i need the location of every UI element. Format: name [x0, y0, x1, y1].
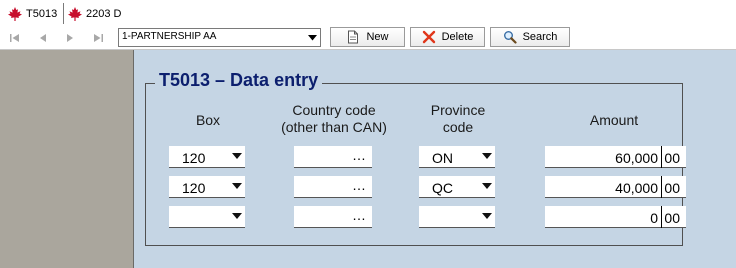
chevron-down-icon[interactable]: [482, 213, 492, 219]
decimal-divider: [661, 176, 662, 198]
previous-icon: [40, 34, 46, 42]
amount-value: 0: [650, 210, 658, 226]
new-document-icon: [348, 30, 359, 44]
left-panel: [0, 50, 134, 268]
chevron-down-icon[interactable]: [232, 183, 242, 189]
box-header: Box: [195, 112, 221, 128]
tab-t5013[interactable]: T5013: [7, 4, 57, 24]
chevron-down-icon[interactable]: [482, 153, 492, 159]
box-value: 120: [182, 150, 206, 166]
amount-cents: 00: [664, 180, 680, 196]
country-code-header: Country code (other than CAN): [264, 102, 404, 136]
form-area: T5013 – Data entry Box Country code (oth…: [134, 50, 736, 268]
delete-button-label: Delete: [441, 31, 474, 43]
partnership-selector-value: 1-PARTNERSHIP AA: [122, 31, 217, 42]
delete-button[interactable]: Delete: [410, 27, 485, 47]
decimal-divider: [661, 146, 662, 168]
new-button[interactable]: New: [330, 27, 405, 47]
amount-value: 60,000: [615, 150, 658, 166]
chevron-down-icon[interactable]: [232, 213, 242, 219]
province-select[interactable]: ON: [419, 146, 495, 168]
amount-value: 40,000: [615, 180, 658, 196]
ellipsis-button[interactable]: …: [352, 207, 366, 223]
box-select[interactable]: [169, 206, 245, 228]
form-title: T5013 – Data entry: [155, 70, 323, 91]
next-icon: [67, 34, 73, 42]
delete-x-icon: [422, 30, 435, 44]
amount-field[interactable]: 40,000 00: [545, 176, 686, 198]
country-code-header-line1: Country code: [292, 102, 376, 118]
previous-record-button[interactable]: [34, 29, 52, 47]
tab-strip: T5013 2203 D: [0, 0, 736, 28]
new-button-label: New: [366, 31, 389, 43]
ellipsis-button[interactable]: …: [352, 147, 366, 163]
amount-field[interactable]: 60,000 00: [545, 146, 686, 168]
country-code-field[interactable]: …: [294, 206, 372, 228]
province-select[interactable]: QC: [419, 176, 495, 198]
first-record-button[interactable]: [6, 29, 24, 47]
chevron-down-icon[interactable]: [305, 29, 320, 46]
tab-label: 2203 D: [86, 8, 122, 20]
maple-leaf-icon: [68, 7, 82, 21]
amount-cents: 00: [664, 150, 680, 166]
province-code-header-line1: Province: [430, 102, 486, 118]
ellipsis-button[interactable]: …: [352, 177, 366, 193]
province-select[interactable]: [419, 206, 495, 228]
search-button-label: Search: [522, 31, 558, 43]
amount-field[interactable]: 0 00: [545, 206, 686, 228]
tab-2203d[interactable]: 2203 D: [67, 4, 121, 24]
last-record-button[interactable]: [89, 29, 107, 47]
country-code-field[interactable]: …: [294, 176, 372, 198]
search-icon: [503, 31, 517, 44]
next-record-button[interactable]: [61, 29, 79, 47]
box-value: 120: [182, 180, 206, 196]
box-select[interactable]: 120: [169, 146, 245, 168]
province-value: QC: [432, 180, 453, 196]
country-code-header-line2: (other than CAN): [281, 119, 387, 135]
chevron-down-icon[interactable]: [482, 183, 492, 189]
tab-divider: [63, 3, 64, 24]
country-code-field[interactable]: …: [294, 146, 372, 168]
tab-label: T5013: [26, 8, 58, 20]
province-code-header: Province code: [408, 102, 508, 136]
amount-cents: 00: [664, 210, 680, 226]
toolbar: 1-PARTNERSHIP AA New Delete Search: [0, 27, 736, 50]
province-code-header-line2: code: [442, 119, 474, 135]
last-icon: [94, 34, 103, 42]
decimal-divider: [661, 206, 662, 228]
partnership-selector[interactable]: 1-PARTNERSHIP AA: [118, 28, 321, 47]
search-button[interactable]: Search: [490, 27, 570, 47]
chevron-down-icon[interactable]: [232, 153, 242, 159]
amount-header: Amount: [589, 112, 639, 128]
province-value: ON: [432, 150, 453, 166]
first-icon: [10, 34, 19, 42]
box-select[interactable]: 120: [169, 176, 245, 198]
maple-leaf-icon: [8, 7, 22, 21]
